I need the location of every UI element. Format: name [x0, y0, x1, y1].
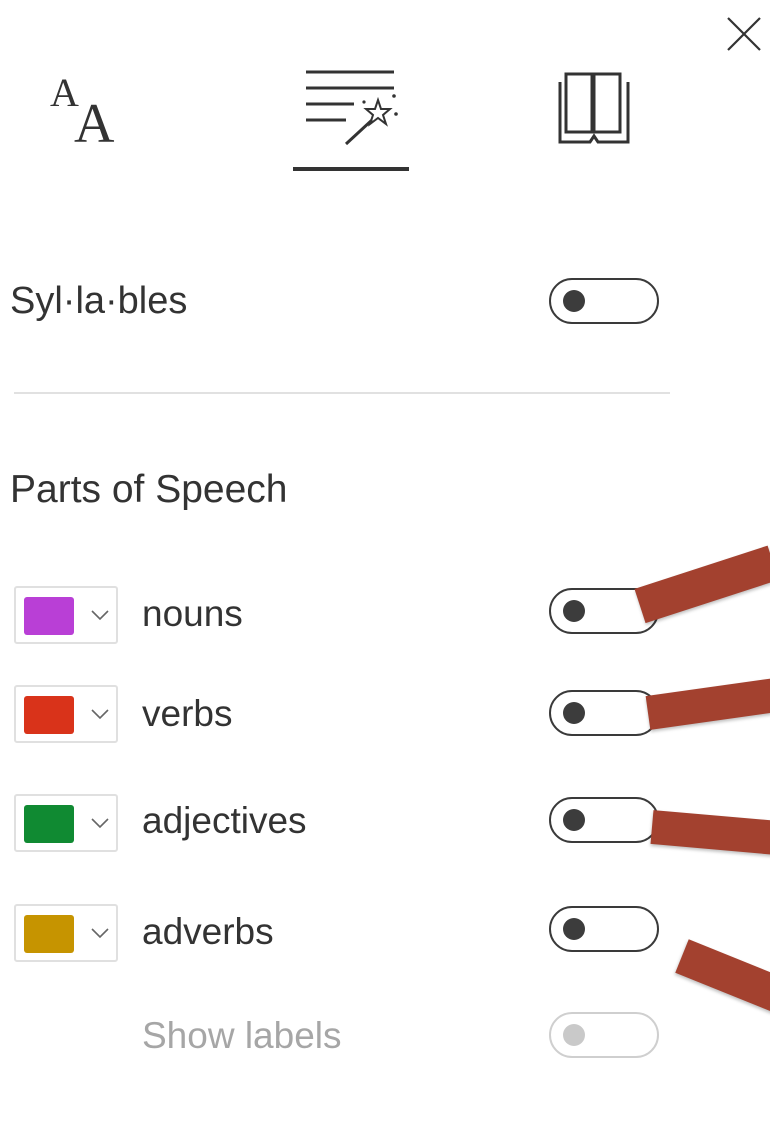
adjectives-color-picker[interactable]	[14, 794, 118, 852]
toggle-knob	[563, 290, 585, 312]
toggle-knob	[563, 702, 585, 724]
nouns-color-picker[interactable]	[14, 586, 118, 644]
tab-text-preferences[interactable]: A A	[44, 62, 154, 152]
verbs-toggle[interactable]	[549, 690, 659, 736]
annotation-arrow-adverbs	[675, 939, 770, 1014]
adjectives-toggle[interactable]	[549, 797, 659, 843]
verbs-label: verbs	[142, 693, 233, 734]
selected-tab-indicator	[293, 167, 409, 171]
nouns-label: nouns	[142, 593, 243, 634]
chevron-down-icon	[91, 610, 109, 621]
nouns-color-swatch	[24, 597, 74, 635]
show-labels-toggle	[549, 1012, 659, 1058]
annotation-arrow-verbs	[645, 678, 770, 730]
tab-grammar-options[interactable]	[292, 62, 412, 174]
syllables-label: Syl·la·bles	[10, 280, 188, 322]
toggle-knob	[563, 809, 585, 831]
adverbs-color-swatch	[24, 915, 74, 953]
close-icon	[727, 17, 761, 51]
parts-of-speech-heading: Parts of Speech	[10, 468, 288, 511]
toggle-knob	[563, 1024, 585, 1046]
show-labels-label: Show labels	[142, 1015, 342, 1056]
large-a-glyph: A	[74, 93, 115, 152]
tab-reading-preferences[interactable]	[540, 62, 650, 152]
verbs-color-swatch	[24, 696, 74, 734]
close-button[interactable]	[722, 12, 766, 56]
toggle-knob	[563, 600, 585, 622]
text-preferences-icon: A A	[50, 70, 115, 152]
section-divider	[14, 392, 670, 394]
verbs-color-picker[interactable]	[14, 685, 118, 743]
syllables-toggle[interactable]	[549, 278, 659, 324]
chevron-down-icon	[91, 818, 109, 829]
adverbs-color-picker[interactable]	[14, 904, 118, 962]
chevron-down-icon	[91, 709, 109, 720]
grammar-options-icon	[306, 70, 398, 146]
annotation-arrow-adjectives	[650, 810, 770, 856]
adverbs-label: adverbs	[142, 911, 274, 952]
adverbs-toggle[interactable]	[549, 906, 659, 952]
chevron-down-icon	[91, 928, 109, 939]
annotation-arrow-nouns	[634, 545, 770, 624]
book-icon	[558, 72, 630, 144]
adjectives-color-swatch	[24, 805, 74, 843]
adjectives-label: adjectives	[142, 800, 307, 841]
toggle-knob	[563, 918, 585, 940]
